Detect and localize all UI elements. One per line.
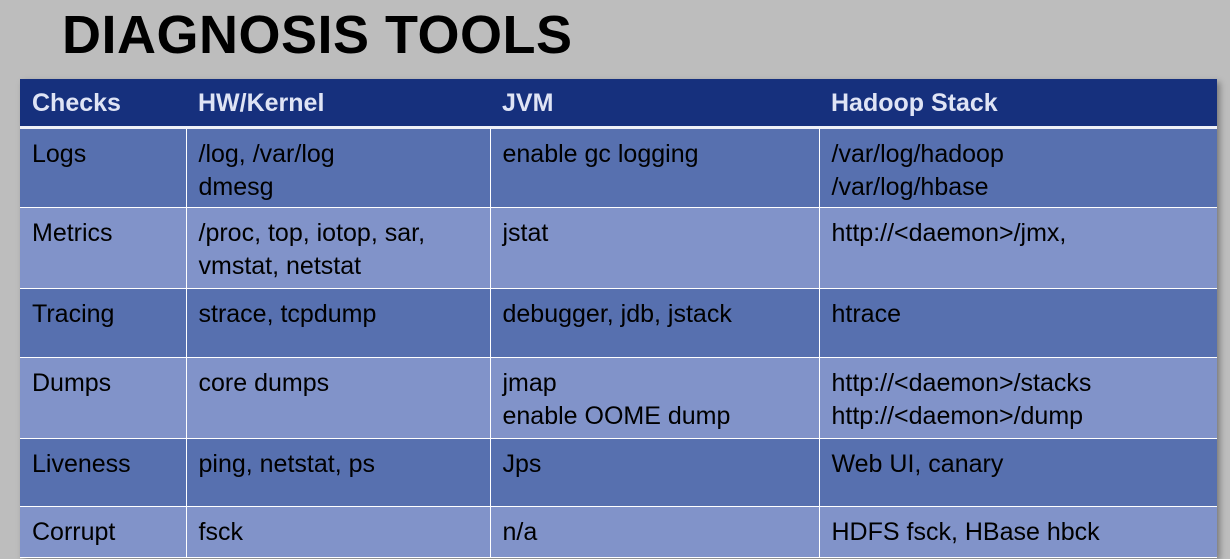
jvm-cell: jstat — [490, 207, 820, 289]
jvm-cell: n/a — [490, 506, 820, 558]
hadoop-cell: http://<daemon>/stacks http://<daemon>/d… — [819, 357, 1217, 439]
header-checks: Checks — [20, 79, 186, 129]
cell-line: http://<daemon>/dump — [831, 401, 1084, 430]
check-cell: Dumps — [20, 357, 187, 439]
hw-kernel-cell: fsck — [186, 506, 491, 558]
table-row: Metrics /proc, top, iotop, sar, vmstat, … — [20, 207, 1217, 289]
table-row: Dumps core dumps jmap enable OOME dump h… — [20, 357, 1217, 439]
cell-line: /var/log/hadoop — [831, 139, 1004, 168]
jvm-cell: debugger, jdb, jstack — [490, 288, 820, 358]
check-label: Liveness — [32, 449, 131, 478]
check-label: Logs — [32, 139, 87, 168]
cell-line: strace, tcpdump — [198, 299, 377, 328]
jvm-cell: jmap enable OOME dump — [490, 357, 820, 439]
table-row: Tracing strace, tcpdump debugger, jdb, j… — [20, 288, 1217, 358]
hadoop-cell: /var/log/hadoop /var/log/hbase — [819, 127, 1217, 208]
hw-kernel-cell: /log, /var/log dmesg — [186, 127, 491, 208]
cell-line: core dumps — [198, 368, 330, 397]
check-cell: Corrupt — [20, 506, 187, 558]
header-hadoop-stack: Hadoop Stack — [819, 79, 1217, 129]
cell-line: Web UI, canary — [831, 449, 1004, 478]
table-header-row: Checks HW/Kernel JVM Hadoop Stack — [20, 79, 1217, 129]
table-row: Liveness ping, netstat, ps Jps Web UI, c… — [20, 438, 1217, 507]
cell-line: vmstat, netstat — [198, 251, 362, 280]
cell-line: http://<daemon>/stacks — [831, 368, 1092, 397]
check-label: Metrics — [32, 218, 113, 247]
cell-line: debugger, jdb, jstack — [502, 299, 732, 328]
cell-line: n/a — [502, 517, 538, 546]
cell-line: enable OOME dump — [502, 401, 731, 430]
slide-title: DIAGNOSIS TOOLS — [62, 5, 573, 65]
cell-line: HDFS fsck, HBase hbck — [831, 517, 1100, 546]
cell-line: ping, netstat, ps — [198, 449, 376, 478]
cell-line: htrace — [831, 299, 901, 328]
cell-line: /proc, top, iotop, sar, — [198, 218, 426, 247]
diagnosis-tools-table-container: Checks HW/Kernel JVM Hadoop Stack Logs /… — [20, 79, 1217, 558]
table-row: Corrupt fsck n/a HDFS fsck, HBase hbck — [20, 506, 1217, 558]
cell-line: dmesg — [198, 172, 274, 201]
cell-line: jstat — [502, 218, 549, 247]
cell-line: /log, /var/log — [198, 139, 335, 168]
cell-line: Jps — [502, 449, 542, 478]
cell-line: /var/log/hbase — [831, 172, 989, 201]
hadoop-cell: htrace — [819, 288, 1217, 358]
cell-line: jmap — [502, 368, 557, 397]
hadoop-cell: HDFS fsck, HBase hbck — [819, 506, 1217, 558]
cell-line: enable gc logging — [502, 139, 699, 168]
diagnosis-tools-table: Checks HW/Kernel JVM Hadoop Stack Logs /… — [20, 79, 1217, 558]
jvm-cell: Jps — [490, 438, 820, 507]
header-jvm: JVM — [490, 79, 819, 129]
hadoop-cell: http://<daemon>/jmx, — [819, 207, 1217, 289]
hadoop-cell: Web UI, canary — [819, 438, 1217, 507]
check-label: Dumps — [32, 368, 112, 397]
table-row: Logs /log, /var/log dmesg enable gc logg… — [20, 127, 1217, 208]
check-cell: Liveness — [20, 438, 187, 507]
hw-kernel-cell: /proc, top, iotop, sar, vmstat, netstat — [186, 207, 491, 289]
cell-line: fsck — [198, 517, 243, 546]
header-hw-kernel: HW/Kernel — [186, 79, 490, 129]
check-cell: Tracing — [20, 288, 187, 358]
cell-line: http://<daemon>/jmx, — [831, 218, 1067, 247]
check-cell: Logs — [20, 127, 187, 208]
hw-kernel-cell: ping, netstat, ps — [186, 438, 491, 507]
check-label: Corrupt — [32, 517, 116, 546]
check-label: Tracing — [32, 299, 115, 328]
check-cell: Metrics — [20, 207, 187, 289]
hw-kernel-cell: core dumps — [186, 357, 491, 439]
jvm-cell: enable gc logging — [490, 127, 820, 208]
hw-kernel-cell: strace, tcpdump — [186, 288, 491, 358]
